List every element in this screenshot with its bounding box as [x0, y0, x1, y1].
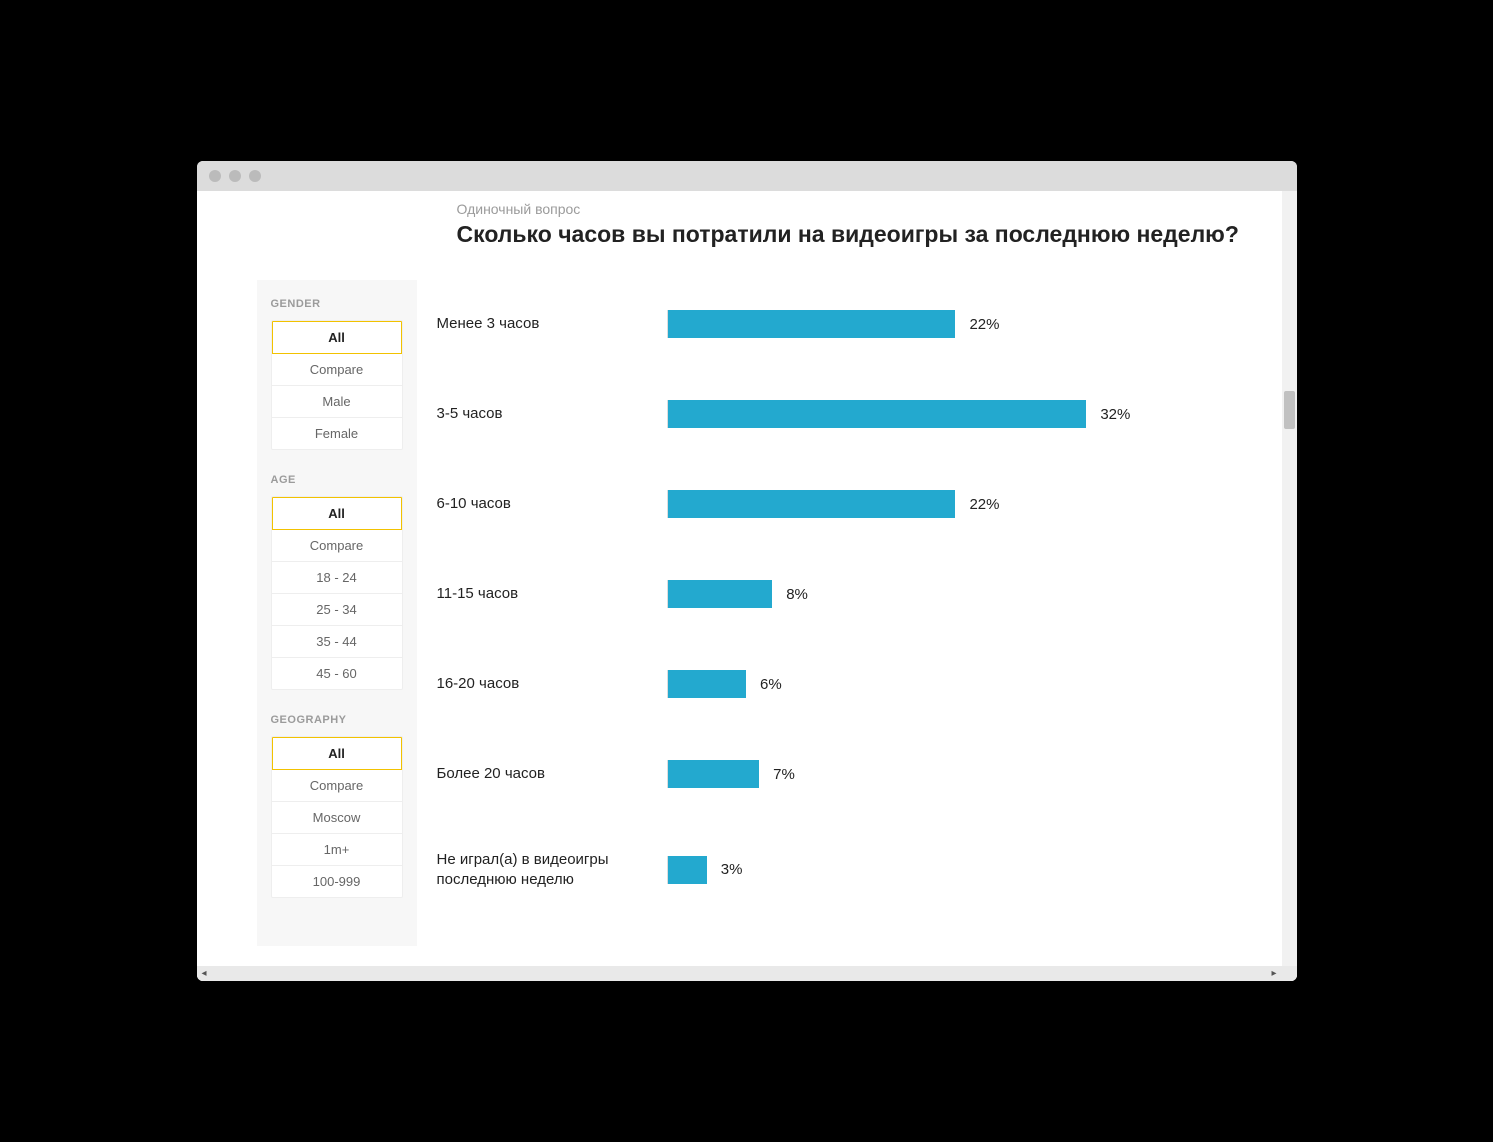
filter-group: AGE AllCompare18 - 2425 - 3435 - 4445 - 6… [271, 474, 403, 690]
chart-bar [668, 580, 773, 608]
chart-bar [668, 856, 707, 884]
filter-item[interactable]: Male [272, 386, 402, 418]
chart-category-label: 6-10 часов [437, 494, 667, 514]
question-type-label: Одиночный вопрос [457, 201, 1257, 217]
chart-bar-track: 8% [667, 580, 1257, 608]
filter-item[interactable]: All [271, 496, 403, 531]
filter-group-label: AGE [271, 474, 403, 486]
chart-value-label: 22% [969, 316, 999, 333]
chart-value-label: 6% [760, 676, 782, 693]
window-minimize-icon[interactable] [229, 170, 241, 182]
chart-bar-track: 22% [667, 310, 1257, 338]
filter-list: AllCompare18 - 2425 - 3435 - 4445 - 60 [271, 496, 403, 690]
filter-sidebar: GENDERAllCompareMaleFemaleAGEAllCompare1… [257, 280, 417, 946]
app-window: Одиночный вопрос Сколько часов вы потрат… [197, 161, 1297, 981]
vertical-scrollbar-thumb[interactable] [1284, 391, 1295, 429]
window-close-icon[interactable] [209, 170, 221, 182]
filter-item[interactable]: All [271, 736, 403, 771]
chart-bar-track: 22% [667, 490, 1257, 518]
filter-item[interactable]: Compare [272, 354, 402, 386]
chart-row: Менее 3 часов 22% [437, 310, 1257, 338]
chart-bar-track: 7% [667, 760, 1257, 788]
filter-item[interactable]: All [271, 320, 403, 355]
chart-category-label: 11-15 часов [437, 584, 667, 604]
filter-group-label: GENDER [271, 298, 403, 310]
filter-item[interactable]: Compare [272, 770, 402, 802]
filter-item[interactable]: 1m+ [272, 834, 402, 866]
chart-row: 16-20 часов 6% [437, 670, 1257, 698]
filter-item[interactable]: 25 - 34 [272, 594, 402, 626]
chart-bar-track: 32% [667, 400, 1257, 428]
chart-value-label: 32% [1100, 406, 1130, 423]
chart-row: 11-15 часов 8% [437, 580, 1257, 608]
chart-value-label: 8% [786, 586, 808, 603]
chart-bar-track: 6% [667, 670, 1257, 698]
chart-bar [668, 400, 1087, 428]
filter-group: GENDER AllCompareMaleFemale [271, 298, 403, 450]
chart-bar-track: 3% [667, 856, 1257, 884]
chart-row: Более 20 часов 7% [437, 760, 1257, 788]
filter-list: AllCompareMoscow1m+100-999 [271, 736, 403, 898]
scroll-area[interactable]: Одиночный вопрос Сколько часов вы потрат… [197, 191, 1297, 981]
chart-category-label: Не играл(а) в видеоигры последнюю неделю [437, 850, 667, 889]
question-title: Сколько часов вы потратили на видеоигры … [457, 221, 1257, 248]
chart-bar [668, 670, 747, 698]
window-zoom-icon[interactable] [249, 170, 261, 182]
chart-row: 3-5 часов 32% [437, 400, 1257, 428]
chart-bar [668, 760, 760, 788]
scroll-right-icon[interactable]: ▸ [1267, 966, 1282, 981]
filter-group-label: GEOGRAPHY [271, 714, 403, 726]
bar-chart: Менее 3 часов 22% 3-5 часов 32% 6-10 часов 22… [437, 280, 1257, 899]
chart-category-label: Менее 3 часов [437, 314, 667, 334]
filter-item[interactable]: Moscow [272, 802, 402, 834]
scroll-left-icon[interactable]: ◂ [197, 966, 212, 981]
filter-item[interactable]: Compare [272, 530, 402, 562]
chart-value-label: 22% [969, 496, 999, 513]
chart-category-label: 16-20 часов [437, 674, 667, 694]
filter-item[interactable]: 100-999 [272, 866, 402, 897]
filter-list: AllCompareMaleFemale [271, 320, 403, 450]
filter-item[interactable]: 35 - 44 [272, 626, 402, 658]
chart-row: Не играл(а) в видеоигры последнюю неделю… [437, 850, 1257, 889]
chart-row: 6-10 часов 22% [437, 490, 1257, 518]
main-row: GENDERAllCompareMaleFemaleAGEAllCompare1… [257, 280, 1257, 946]
filter-item[interactable]: 45 - 60 [272, 658, 402, 689]
filter-group: GEOGRAPHY AllCompareMoscow1m+100-999 [271, 714, 403, 898]
filter-item[interactable]: 18 - 24 [272, 562, 402, 594]
vertical-scrollbar[interactable] [1282, 191, 1297, 966]
horizontal-scrollbar[interactable]: ◂ ▸ [197, 966, 1297, 981]
chart-bar [668, 310, 956, 338]
chart-category-label: Более 20 часов [437, 764, 667, 784]
chart-bar [668, 490, 956, 518]
chart-value-label: 3% [721, 861, 743, 878]
window-content: Одиночный вопрос Сколько часов вы потрат… [197, 191, 1297, 981]
window-titlebar [197, 161, 1297, 191]
filter-item[interactable]: Female [272, 418, 402, 449]
chart-value-label: 7% [773, 766, 795, 783]
chart-category-label: 3-5 часов [437, 404, 667, 424]
